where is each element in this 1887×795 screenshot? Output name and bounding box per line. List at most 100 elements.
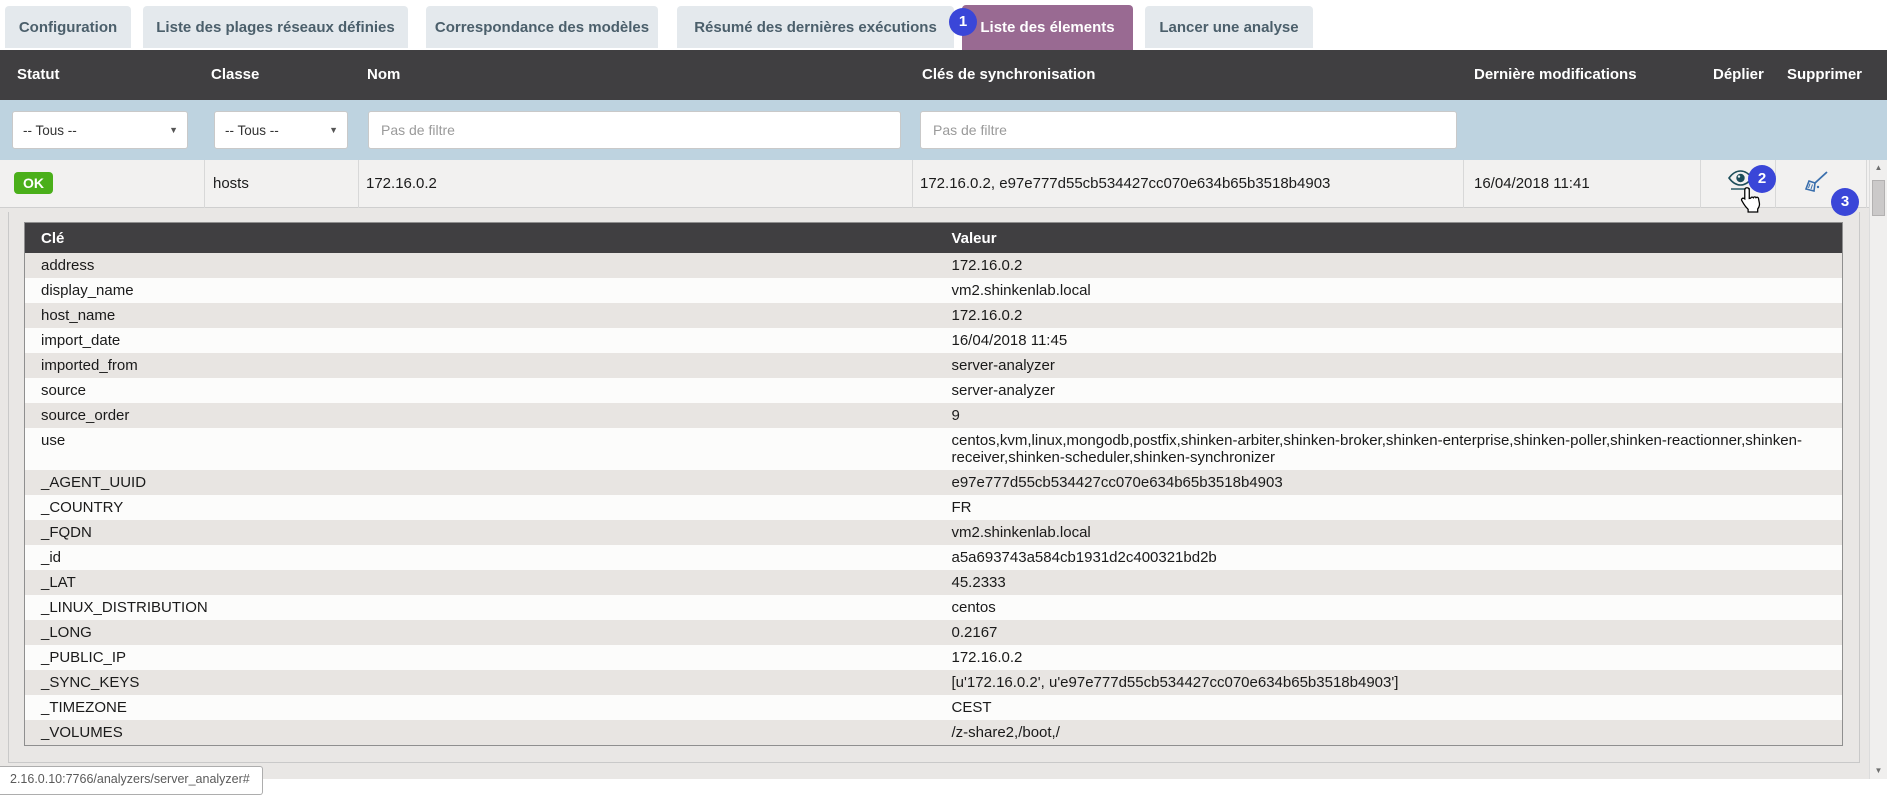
table-row[interactable]: OK hosts 172.16.0.2 172.16.0.2, e97e777d… bbox=[0, 160, 1869, 208]
tab-label: Liste des plages réseaux définies bbox=[156, 19, 394, 36]
detail-row-value: CEST bbox=[948, 695, 1843, 720]
detail-row: host_name 172.16.0.2 bbox=[25, 303, 1843, 328]
tab-lancer-analyse[interactable]: Lancer une analyse bbox=[1145, 6, 1313, 48]
row-modified: 16/04/2018 11:41 bbox=[1474, 160, 1590, 208]
column-divider bbox=[912, 160, 913, 208]
scrollbar-thumb[interactable] bbox=[1872, 180, 1885, 216]
detail-table-header: Clé Valeur bbox=[25, 223, 1843, 254]
detail-row: _LONG 0.2167 bbox=[25, 620, 1843, 645]
tab-label: Correspondance des modèles bbox=[435, 19, 649, 36]
detail-row-value: e97e777d55cb534427cc070e634b65b3518b4903 bbox=[948, 470, 1843, 495]
row-class: hosts bbox=[213, 160, 249, 208]
column-divider bbox=[1463, 160, 1464, 208]
column-header-cles-sync: Clés de synchronisation bbox=[922, 50, 1095, 100]
detail-row-value: vm2.shinkenlab.local bbox=[948, 278, 1843, 303]
detail-row-key: _id bbox=[25, 545, 948, 570]
detail-header-key: Clé bbox=[25, 223, 948, 254]
detail-row: _id a5a693743a584cb1931d2c400321bd2b bbox=[25, 545, 1843, 570]
detail-row: display_name vm2.shinkenlab.local bbox=[25, 278, 1843, 303]
detail-row: _TIMEZONE CEST bbox=[25, 695, 1843, 720]
tab-label: Lancer une analyse bbox=[1159, 19, 1298, 36]
detail-row-value: 9 bbox=[948, 403, 1843, 428]
detail-row-value: 16/04/2018 11:45 bbox=[948, 328, 1843, 353]
detail-row: source_order 9 bbox=[25, 403, 1843, 428]
detail-row-value: server-analyzer bbox=[948, 378, 1843, 403]
detail-row-value: server-analyzer bbox=[948, 353, 1843, 378]
detail-row-key: imported_from bbox=[25, 353, 948, 378]
detail-row-key: address bbox=[25, 253, 948, 278]
broom-icon[interactable] bbox=[1804, 170, 1830, 201]
annotation-badge-3: 3 bbox=[1831, 188, 1859, 216]
column-header-deplier: Déplier bbox=[1713, 50, 1764, 100]
column-divider bbox=[1866, 160, 1867, 208]
column-divider bbox=[204, 160, 205, 208]
status-url-tooltip: 2.16.0.10:7766/analyzers/server_analyzer… bbox=[0, 766, 263, 795]
detail-row-value: centos,kvm,linux,mongodb,postfix,shinken… bbox=[948, 428, 1843, 470]
column-divider bbox=[1700, 160, 1701, 208]
status-badge: OK bbox=[14, 172, 53, 194]
detail-row-value: 172.16.0.2 bbox=[948, 253, 1843, 278]
detail-row: _LINUX_DISTRIBUTION centos bbox=[25, 595, 1843, 620]
detail-row: _FQDN vm2.shinkenlab.local bbox=[25, 520, 1843, 545]
detail-row-value: a5a693743a584cb1931d2c400321bd2b bbox=[948, 545, 1843, 570]
scroll-down-arrow-icon[interactable]: ▼ bbox=[1870, 763, 1887, 779]
tab-resume-executions[interactable]: Résumé des dernières exécutions bbox=[677, 6, 954, 48]
class-filter-select[interactable]: -- Tous -- ▼ bbox=[214, 111, 348, 149]
column-header-classe: Classe bbox=[211, 50, 259, 100]
detail-row-value: centos bbox=[948, 595, 1843, 620]
detail-row-key: _COUNTRY bbox=[25, 495, 948, 520]
row-name: 172.16.0.2 bbox=[366, 160, 437, 208]
detail-row-value: 0.2167 bbox=[948, 620, 1843, 645]
detail-key-value-table: Clé Valeur address 172.16.0.2 display_na… bbox=[24, 222, 1843, 746]
detail-row-key: source_order bbox=[25, 403, 948, 428]
vertical-scrollbar[interactable]: ▲ ▼ bbox=[1869, 160, 1887, 779]
detail-row-value: 172.16.0.2 bbox=[948, 303, 1843, 328]
name-filter-input[interactable] bbox=[368, 111, 901, 149]
detail-row-key: display_name bbox=[25, 278, 948, 303]
detail-row-key: _SYNC_KEYS bbox=[25, 670, 948, 695]
column-divider bbox=[1775, 160, 1776, 208]
detail-row-key: _TIMEZONE bbox=[25, 695, 948, 720]
tab-label: Liste des élements bbox=[980, 19, 1114, 36]
detail-row-key: host_name bbox=[25, 303, 948, 328]
detail-row-key: _PUBLIC_IP bbox=[25, 645, 948, 670]
hand-cursor-icon bbox=[1738, 186, 1764, 221]
detail-row-value: /z-share2,/boot,/ bbox=[948, 720, 1843, 746]
detail-row: _PUBLIC_IP 172.16.0.2 bbox=[25, 645, 1843, 670]
detail-header-value: Valeur bbox=[948, 223, 1843, 254]
detail-row: _LAT 45.2333 bbox=[25, 570, 1843, 595]
detail-row-key: _LAT bbox=[25, 570, 948, 595]
detail-row-value: vm2.shinkenlab.local bbox=[948, 520, 1843, 545]
class-filter-value: -- Tous -- bbox=[225, 123, 279, 138]
tab-liste-elements[interactable]: Liste des élements bbox=[962, 5, 1133, 50]
detail-row-key: source bbox=[25, 378, 948, 403]
detail-row-key: _VOLUMES bbox=[25, 720, 948, 746]
status-filter-value: -- Tous -- bbox=[23, 123, 77, 138]
detail-row-value: 45.2333 bbox=[948, 570, 1843, 595]
keys-filter-input[interactable] bbox=[920, 111, 1457, 149]
status-filter-select[interactable]: -- Tous -- ▼ bbox=[12, 111, 188, 149]
table-column-header: Statut Classe Nom Clés de synchronisatio… bbox=[0, 50, 1887, 100]
detail-row-value: FR bbox=[948, 495, 1843, 520]
tab-correspondance-modeles[interactable]: Correspondance des modèles bbox=[426, 6, 658, 48]
detail-row: _SYNC_KEYS [u'172.16.0.2', u'e97e777d55c… bbox=[25, 670, 1843, 695]
filter-row: -- Tous -- ▼ -- Tous -- ▼ bbox=[0, 100, 1887, 160]
detail-row-key: _LONG bbox=[25, 620, 948, 645]
tab-plages-reseaux[interactable]: Liste des plages réseaux définies bbox=[143, 6, 408, 48]
tab-configuration[interactable]: Configuration bbox=[5, 6, 131, 48]
column-header-nom: Nom bbox=[367, 50, 400, 100]
scroll-up-arrow-icon[interactable]: ▲ bbox=[1870, 160, 1887, 176]
column-header-statut: Statut bbox=[17, 50, 60, 100]
detail-row: import_date 16/04/2018 11:45 bbox=[25, 328, 1843, 353]
column-header-supprimer: Supprimer bbox=[1787, 50, 1862, 100]
tab-bar: Configuration Liste des plages réseaux d… bbox=[0, 0, 1887, 50]
tab-label: Résumé des dernières exécutions bbox=[694, 19, 937, 36]
detail-row-key: _FQDN bbox=[25, 520, 948, 545]
annotation-badge-1: 1 bbox=[949, 8, 977, 36]
column-header-derniere-modifications: Dernière modifications bbox=[1474, 50, 1637, 100]
detail-row: imported_from server-analyzer bbox=[25, 353, 1843, 378]
detail-row: _VOLUMES /z-share2,/boot,/ bbox=[25, 720, 1843, 746]
detail-row-key: use bbox=[25, 428, 948, 470]
detail-row: _AGENT_UUID e97e777d55cb534427cc070e634b… bbox=[25, 470, 1843, 495]
column-divider bbox=[358, 160, 359, 208]
